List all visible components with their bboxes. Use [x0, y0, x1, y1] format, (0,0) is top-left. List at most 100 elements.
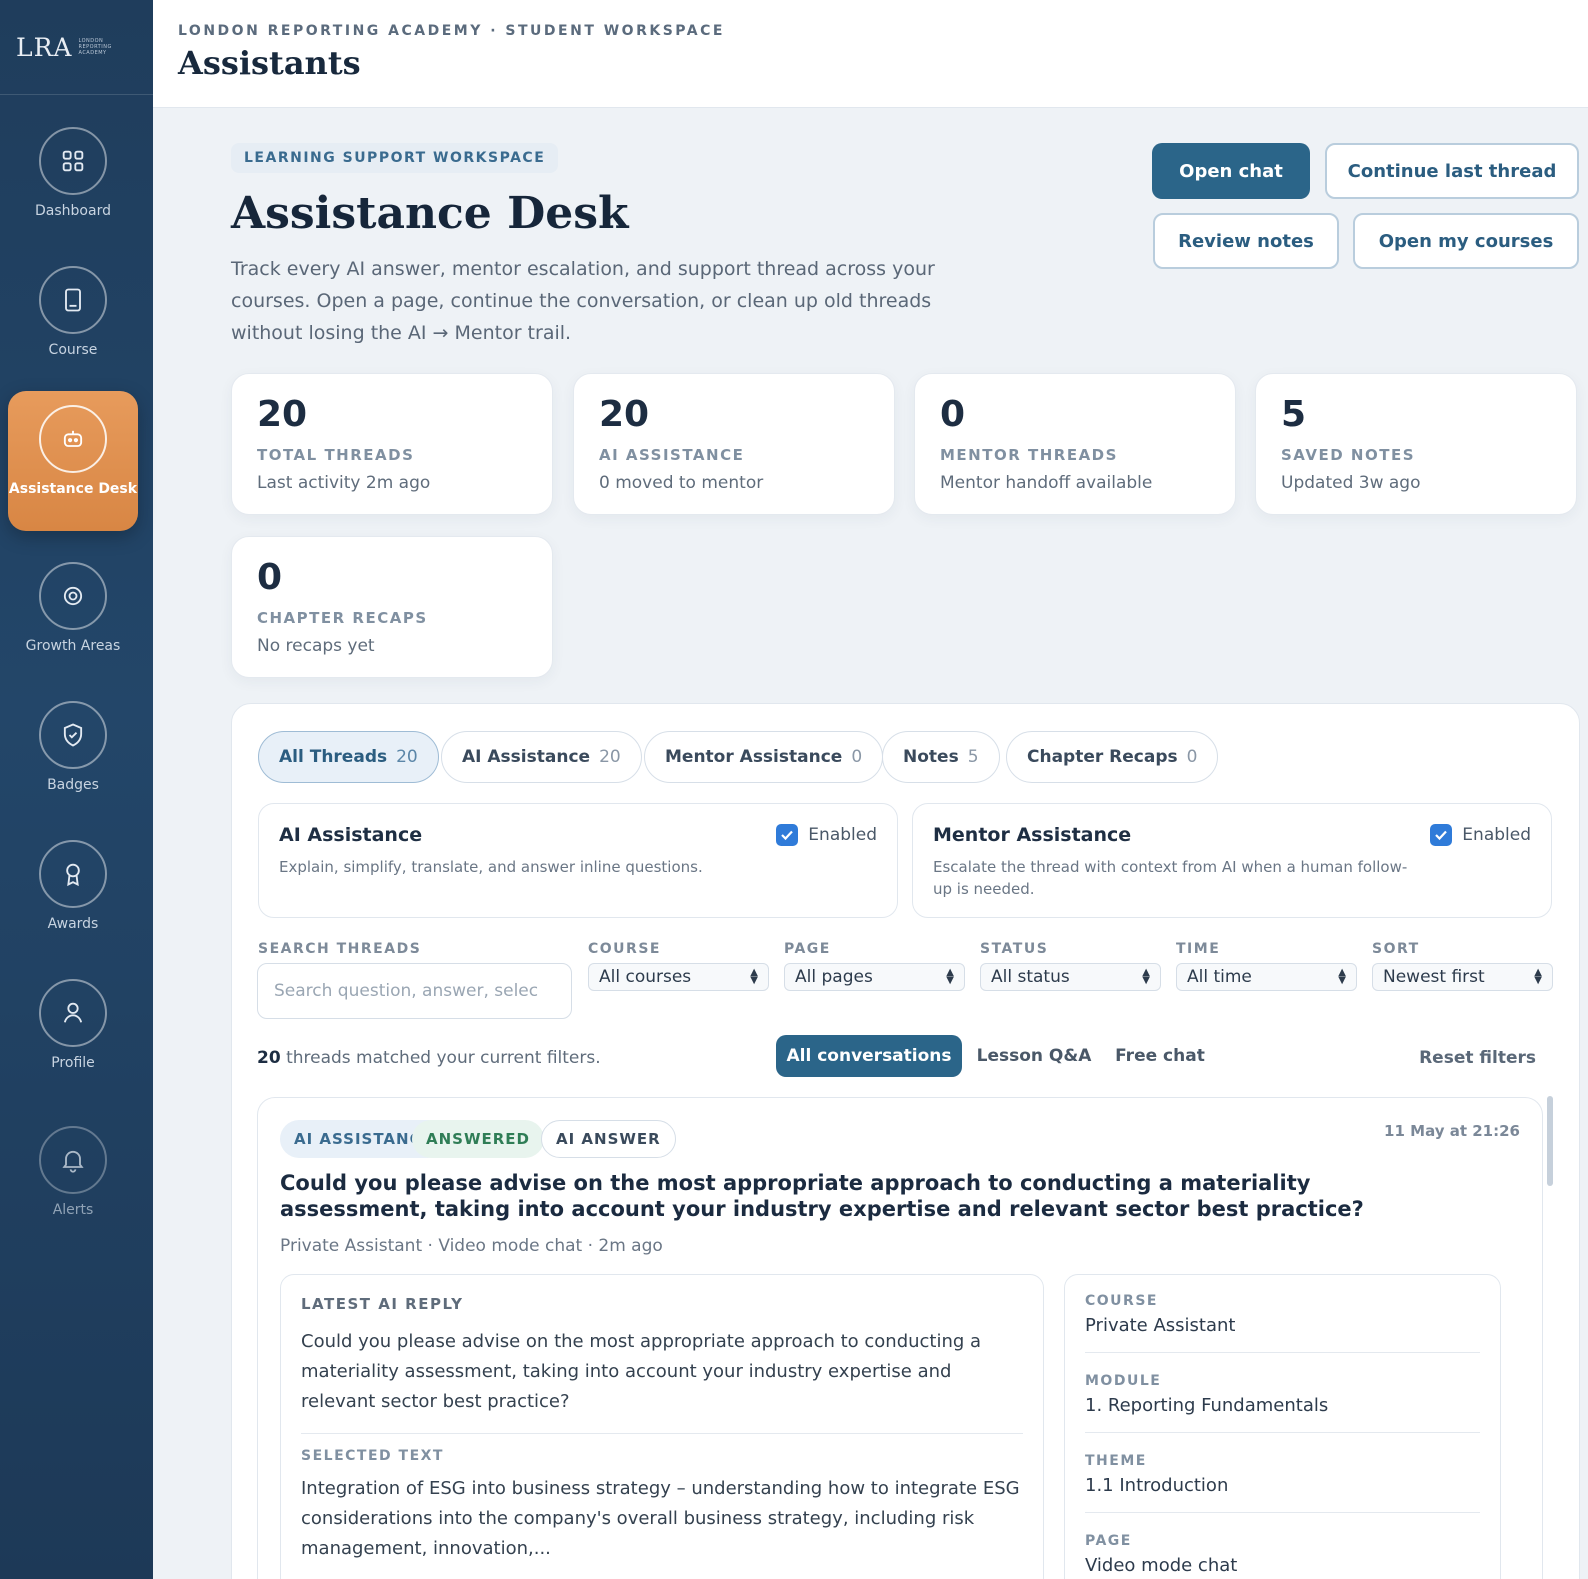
checkbox-checked-icon [1430, 824, 1453, 846]
open-my-courses-button[interactable]: Open my courses [1353, 213, 1579, 269]
badge-ai-answer: AI ANSWER [541, 1120, 676, 1158]
info-page: PAGE Video mode chat [1085, 1533, 1480, 1579]
info-key: PAGE [1085, 1533, 1132, 1549]
thread-meta: Private Assistant · Video mode chat · 2m… [280, 1236, 663, 1256]
sort-select[interactable]: Newest first ▲ ▼ [1372, 963, 1553, 991]
sidebar-item-badges[interactable]: Badges [8, 701, 138, 793]
select-value: All status [991, 967, 1070, 987]
status-filter-label: STATUS [980, 941, 1049, 957]
status-select[interactable]: All status ▲ ▼ [980, 963, 1161, 991]
stat-sub: No recaps yet [257, 636, 375, 656]
sidebar-item-label: Awards [47, 916, 99, 932]
select-arrows-icon: ▲ ▼ [1534, 967, 1542, 986]
stat-card-chapter-recaps[interactable]: 0 CHAPTER RECAPS No recaps yet [231, 536, 553, 678]
search-label: SEARCH THREADS [258, 941, 422, 957]
bell-icon [62, 1150, 84, 1173]
tab-label: Notes [903, 747, 959, 767]
stat-card-mentor-threads[interactable]: 0 MENTOR THREADS Mentor handoff availabl… [914, 373, 1236, 515]
sidebar-item-growth-areas[interactable]: Growth Areas [8, 562, 138, 654]
grid-icon [62, 150, 84, 172]
search-input[interactable]: Search question, answer, selec [257, 963, 572, 1019]
stat-sub: Mentor handoff available [940, 473, 1153, 493]
sidebar-item-dashboard[interactable]: Dashboard [8, 127, 138, 219]
continue-last-thread-button[interactable]: Continue last thread [1325, 143, 1579, 199]
tab-count: 0 [851, 747, 863, 767]
info-value: 1. Reporting Fundamentals [1085, 1395, 1329, 1416]
workspace-chip: LEARNING SUPPORT WORKSPACE [231, 143, 559, 173]
toggle-state-label: Enabled [808, 825, 877, 845]
segment-lesson-qa[interactable]: Lesson Q&A [974, 1035, 1094, 1077]
sidebar-item-course[interactable]: Course [8, 266, 138, 358]
workspace-eyebrow: LONDON REPORTING ACADEMY · STUDENT WORKS… [178, 23, 725, 39]
sidebar-item-profile[interactable]: Profile [8, 979, 138, 1071]
sidebar-item-awards[interactable]: Awards [8, 840, 138, 932]
stat-sub: Last activity 2m ago [257, 473, 431, 493]
time-filter-label: TIME [1176, 941, 1221, 957]
stat-value: 0 [940, 394, 966, 435]
checkbox-checked-icon [776, 824, 799, 846]
sidebar-item-assistance-desk[interactable]: Assistance Desk [8, 391, 138, 531]
sidebar-item-label: Profile [51, 1055, 95, 1071]
tab-label: Chapter Recaps [1027, 747, 1178, 767]
mentor-assistance-enabled-checkbox[interactable]: Enabled [1430, 824, 1531, 846]
tab-ai-assistance[interactable]: AI Assistance 20 [441, 731, 642, 783]
course-filter-label: COURSE [588, 941, 661, 957]
stat-sub: 0 moved to mentor [599, 473, 764, 493]
selected-text: Integration of ESG into business strateg… [301, 1478, 1020, 1559]
info-module: MODULE 1. Reporting Fundamentals [1085, 1373, 1480, 1433]
course-select[interactable]: All courses ▲ ▼ [588, 963, 769, 991]
robot-icon [63, 430, 83, 447]
tab-notes[interactable]: Notes 5 [882, 731, 1000, 783]
sidebar-item-label: Assistance Desk [8, 481, 138, 497]
stat-value: 20 [257, 394, 308, 435]
info-key: COURSE [1085, 1293, 1158, 1309]
thread-card[interactable]: AI ASSISTANCE ANSWERED AI ANSWER 11 May … [257, 1097, 1543, 1579]
top-header: LONDON REPORTING ACADEMY · STUDENT WORKS… [153, 0, 1588, 108]
stat-card-total-threads[interactable]: 20 TOTAL THREADS Last activity 2m ago [231, 373, 553, 515]
sidebar: LRA LONDON REPORTING ACADEMY Dashboard C… [0, 0, 153, 1579]
page-filter-label: PAGE [784, 941, 831, 957]
select-arrows-icon: ▲ ▼ [1338, 967, 1346, 986]
info-key: MODULE [1085, 1373, 1162, 1389]
tab-count: 0 [1186, 747, 1198, 767]
select-value: Newest first [1383, 967, 1485, 987]
tab-all-threads[interactable]: All Threads 20 [258, 731, 439, 783]
thread-list-scrollbar[interactable] [1547, 1096, 1553, 1186]
reset-filters-button[interactable]: Reset filters [1419, 1048, 1536, 1068]
stat-sub: Updated 3w ago [1281, 473, 1421, 493]
toggle-state-label: Enabled [1462, 825, 1531, 845]
tab-count: 5 [967, 747, 979, 767]
stat-card-ai-assistance[interactable]: 20 AI ASSISTANCE 0 moved to mentor [573, 373, 895, 515]
tab-mentor-assistance[interactable]: Mentor Assistance 0 [644, 731, 884, 783]
toggle-card-description: Explain, simplify, translate, and answer… [279, 858, 703, 876]
results-text: threads matched your current filters. [280, 1048, 601, 1068]
info-value: 1.1 Introduction [1085, 1475, 1229, 1496]
info-key: THEME [1085, 1453, 1147, 1469]
info-value: Video mode chat [1085, 1555, 1238, 1576]
review-notes-button[interactable]: Review notes [1153, 213, 1339, 269]
sidebar-item-alerts[interactable]: Alerts [8, 1126, 138, 1218]
thread-question[interactable]: Could you please advise on the most appr… [280, 1170, 1380, 1222]
page-select[interactable]: All pages ▲ ▼ [784, 963, 965, 991]
toggle-card-description: Escalate the thread with context from AI… [933, 858, 1408, 898]
sidebar-item-label: Badges [47, 777, 99, 793]
stat-card-saved-notes[interactable]: 5 SAVED NOTES Updated 3w ago [1255, 373, 1577, 515]
tablet-icon [65, 288, 81, 312]
segment-all-conversations[interactable]: All conversations [776, 1035, 962, 1077]
segment-free-chat[interactable]: Free chat [1110, 1035, 1210, 1077]
tab-chapter-recaps[interactable]: Chapter Recaps 0 [1006, 731, 1219, 783]
logo-mark: LRA [16, 32, 73, 62]
logo[interactable]: LRA LONDON REPORTING ACADEMY [0, 0, 153, 95]
thread-date: 11 May at 21:26 [1384, 1122, 1520, 1140]
open-chat-button[interactable]: Open chat [1152, 143, 1310, 199]
reply-label: LATEST AI REPLY [301, 1295, 464, 1313]
select-value: All pages [795, 967, 873, 987]
hero-title: Assistance Desk [231, 188, 629, 239]
stat-value: 20 [599, 394, 650, 435]
page-title: Assistants [178, 44, 361, 82]
info-value: Private Assistant [1085, 1315, 1236, 1336]
ai-assistance-enabled-checkbox[interactable]: Enabled [776, 824, 877, 846]
select-value: All courses [599, 967, 692, 987]
time-select[interactable]: All time ▲ ▼ [1176, 963, 1357, 991]
stat-label: SAVED NOTES [1281, 446, 1416, 464]
